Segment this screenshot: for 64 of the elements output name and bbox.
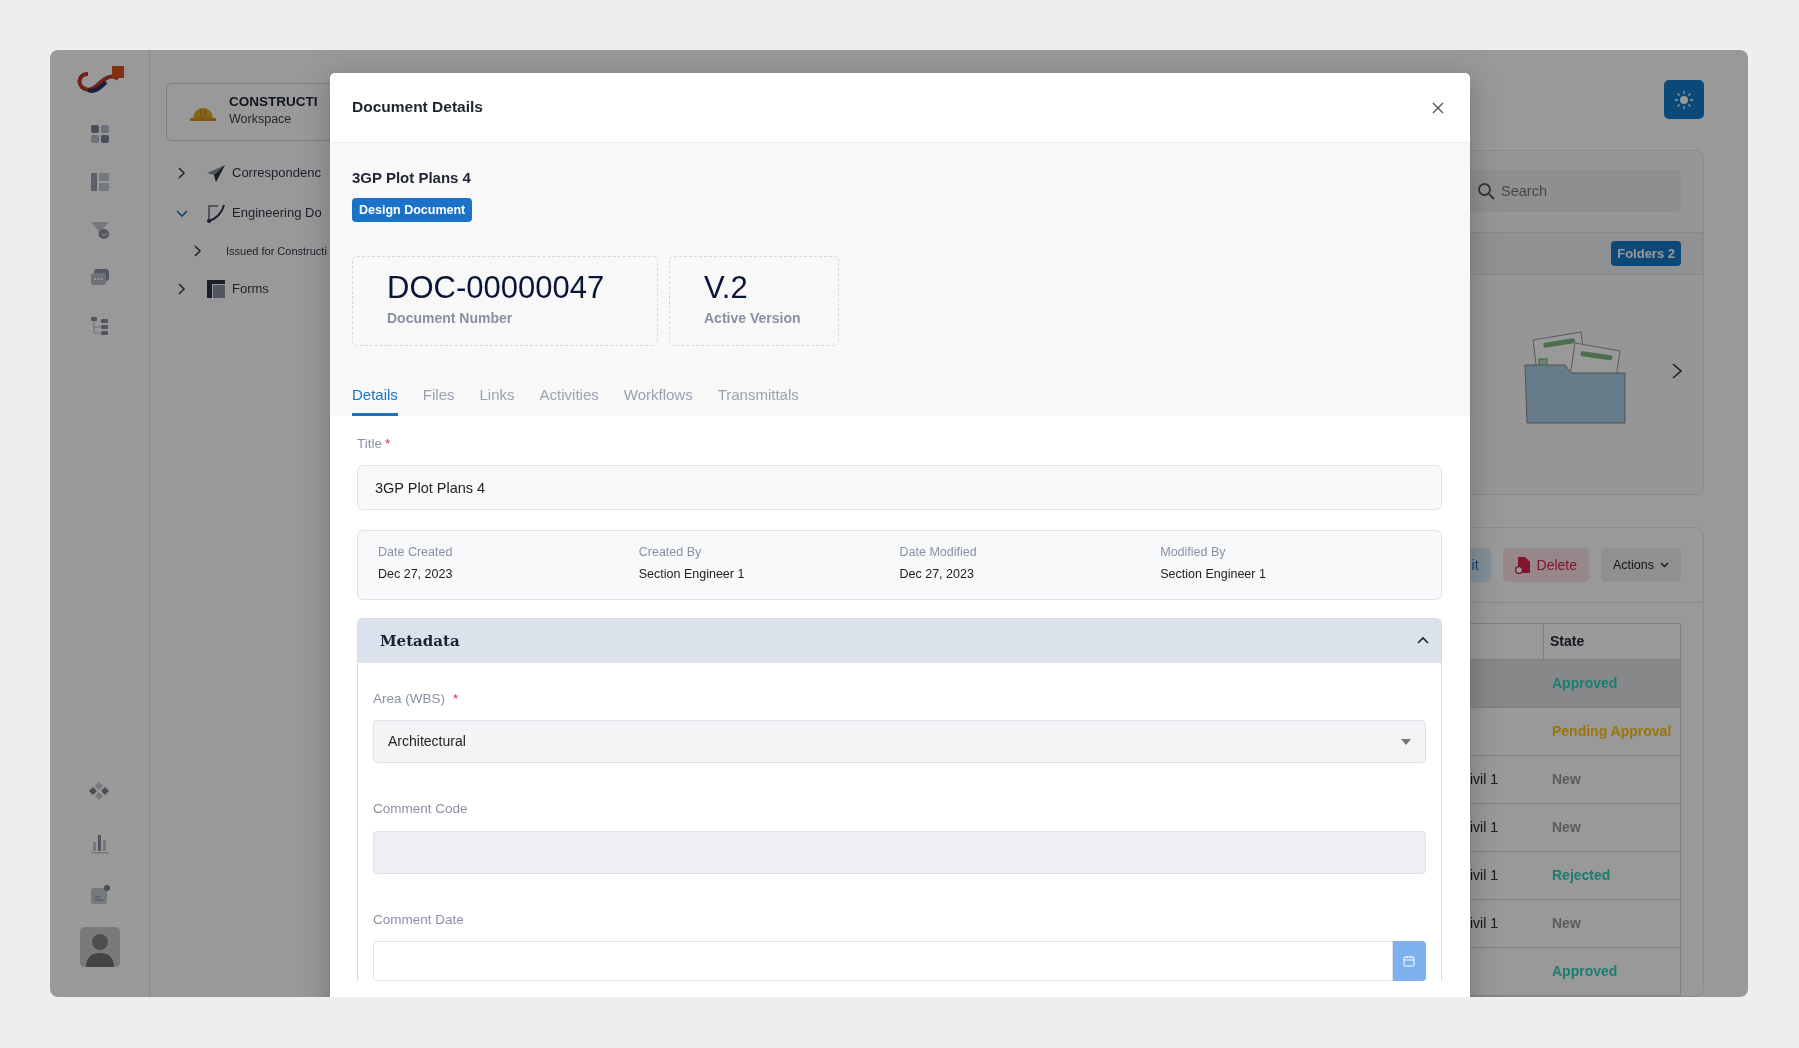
stat-value: DOC-00000047	[387, 271, 606, 306]
document-title: 3GP Plot Plans 4	[352, 168, 472, 188]
info-label: Date Modified	[899, 544, 978, 561]
curve-tool-icon	[206, 203, 226, 223]
dashboard-icon[interactable]	[88, 123, 111, 145]
info-value: Dec 27, 2023	[899, 565, 975, 583]
sun-icon	[1674, 89, 1694, 110]
puzzle-icon[interactable]	[88, 780, 111, 802]
metadata-accordion-header[interactable]: Metadata	[358, 619, 1441, 663]
theme-toggle-button[interactable]	[1664, 80, 1704, 120]
info-label: Date Created	[378, 544, 454, 561]
bar-chart-icon[interactable]	[88, 832, 111, 854]
info-value: Section Engineer 1	[638, 565, 746, 583]
field-label: Area (WBS) *	[373, 690, 460, 708]
file-delete-icon	[1514, 556, 1531, 574]
delete-button[interactable]: Delete	[1502, 548, 1589, 582]
stat-label: Document Number	[387, 309, 514, 329]
stat-value: V.2	[704, 271, 749, 306]
field-label: Title *	[357, 434, 392, 453]
caret-down-icon	[1660, 562, 1669, 568]
status-text: Rejected	[1551, 866, 1612, 885]
tree-item[interactable]: Forms	[166, 269, 269, 309]
hierarchy-icon[interactable]	[88, 315, 111, 337]
status-text: New	[1551, 770, 1582, 789]
status-text: New	[1551, 914, 1582, 933]
table-cell-text: ivil 1	[1470, 770, 1499, 789]
calendar-button[interactable]	[1392, 940, 1426, 981]
stat-label: Active Version	[704, 309, 802, 329]
title-input-field[interactable]: 3GP Plot Plans 4	[357, 465, 1442, 510]
field-label: Comment Date	[373, 910, 465, 929]
info-label: Created By	[638, 544, 703, 561]
tree-item[interactable]: Correspondenc	[166, 153, 321, 193]
folders-count-badge: Folders 2	[1611, 240, 1681, 267]
status-text: Approved	[1551, 674, 1619, 693]
notification-icon[interactable]	[88, 884, 111, 906]
layout-icon[interactable]	[88, 171, 111, 193]
document-type-badge: Design Document	[352, 197, 473, 223]
field-label: Comment Code	[373, 800, 469, 819]
status-text: Approved	[1551, 962, 1619, 981]
tab[interactable]: Details	[352, 384, 398, 416]
info-value: Dec 27, 2023	[378, 565, 454, 583]
area-select-field[interactable]: Architectural	[373, 720, 1426, 764]
workspace-name: CONSTRUCTI	[229, 95, 318, 111]
search-icon	[1477, 182, 1495, 201]
table-cell-text: ivil 1	[1470, 818, 1499, 837]
tree-item[interactable]: Engineering Do	[166, 193, 322, 233]
tree-item[interactable]: Issued for Constructi	[166, 233, 327, 269]
avatar-icon[interactable]	[79, 927, 120, 967]
calendar-icon	[1403, 954, 1416, 967]
status-text: New	[1551, 818, 1582, 837]
form-layout-icon	[206, 279, 226, 299]
filter-check-icon[interactable]	[88, 219, 111, 241]
table-cell-text: ivil 1	[1470, 914, 1499, 933]
info-value: Section Engineer 1	[1160, 565, 1267, 583]
column-header: State	[1543, 624, 1680, 659]
status-text: Pending Approval	[1551, 722, 1673, 741]
actions-button[interactable]: Actions	[1601, 548, 1681, 582]
comment-date-field[interactable]	[373, 940, 1393, 981]
info-label: Modified By	[1160, 544, 1227, 561]
dropdown-caret-icon	[1401, 738, 1411, 745]
paper-plane-icon	[206, 163, 226, 183]
close-icon	[1432, 101, 1444, 114]
workspace-label: Workspace	[229, 111, 293, 129]
table-cell-text: ivil 1	[1470, 866, 1499, 885]
